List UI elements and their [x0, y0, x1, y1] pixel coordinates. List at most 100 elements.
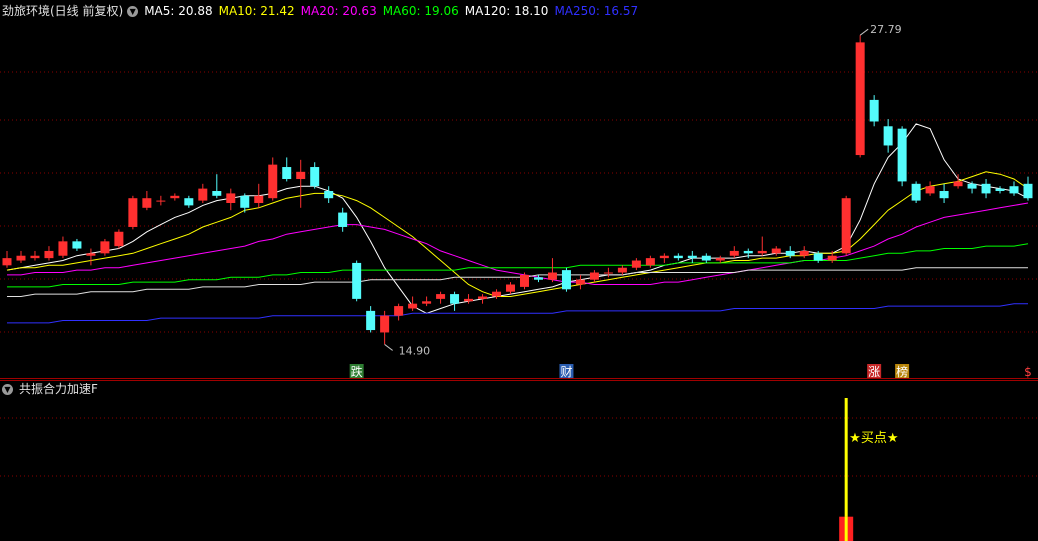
- candle: [981, 179, 991, 199]
- candle-body: [855, 42, 865, 156]
- candle: [366, 306, 376, 333]
- candle: [352, 260, 362, 302]
- candle: [673, 253, 683, 261]
- candle-body: [827, 255, 837, 261]
- candle-body: [911, 183, 921, 201]
- candle-body: [925, 186, 935, 194]
- candle: [184, 195, 194, 208]
- candle: [631, 258, 641, 271]
- candle: [100, 238, 110, 256]
- candle-body: [184, 198, 194, 206]
- candle-body: [366, 310, 376, 331]
- candle: [324, 186, 334, 203]
- candle: [338, 207, 348, 232]
- candle-body: [589, 272, 599, 280]
- candle: [128, 195, 138, 230]
- candle-body: [701, 255, 711, 261]
- candle-body: [506, 284, 516, 292]
- event-marker: 财: [560, 365, 572, 379]
- candle: [659, 253, 669, 263]
- candle-body: [799, 250, 809, 256]
- candle: [30, 250, 40, 261]
- candle-body: [170, 195, 180, 199]
- ma-line: [6, 123, 1029, 314]
- candle: [869, 95, 879, 127]
- candle: [757, 236, 767, 256]
- event-marker: $: [1024, 365, 1032, 379]
- candle: [589, 270, 599, 283]
- candle-body: [813, 253, 823, 261]
- candle: [478, 294, 488, 304]
- candle: [799, 246, 809, 259]
- candle: [422, 296, 432, 307]
- candle-body: [408, 303, 418, 309]
- candle-body: [324, 191, 334, 199]
- candle: [533, 274, 543, 283]
- candle-body: [478, 296, 488, 299]
- candle-body: [492, 291, 502, 297]
- candle: [883, 119, 893, 153]
- candle-body: [156, 200, 166, 202]
- candle: [519, 272, 529, 290]
- candle: [855, 35, 865, 158]
- candle-body: [16, 255, 26, 261]
- candle: [687, 250, 697, 263]
- candle: [212, 174, 222, 199]
- candle-body: [198, 188, 208, 201]
- candle: [436, 291, 446, 304]
- candle: [1023, 176, 1033, 201]
- candle: [450, 291, 460, 311]
- candle-body: [841, 198, 851, 254]
- kline-chart[interactable]: 27.79 14.90 跌 财 涨 榜 $ ★买点★: [0, 0, 1038, 541]
- candle: [729, 246, 739, 259]
- candle-body: [268, 164, 278, 199]
- candle-body: [883, 126, 893, 146]
- candle: [939, 183, 949, 203]
- candle: [394, 303, 404, 321]
- candle-body: [631, 260, 641, 268]
- candle-body: [1009, 186, 1019, 194]
- candle: [380, 310, 390, 345]
- candle-body: [659, 255, 669, 259]
- candle-body: [450, 294, 460, 304]
- candle: [911, 181, 921, 203]
- candle-body: [687, 255, 697, 259]
- candle-body: [897, 128, 907, 182]
- candle-body: [240, 195, 250, 208]
- candle-body: [575, 279, 585, 285]
- candle-body: [212, 191, 222, 196]
- candle: [561, 267, 571, 292]
- candle: [715, 255, 725, 263]
- candle: [72, 238, 82, 251]
- candle-body: [981, 183, 991, 194]
- candle: [16, 250, 26, 263]
- candle-body: [128, 198, 138, 227]
- candle-body: [617, 267, 627, 273]
- candle-body: [58, 241, 68, 256]
- candle-body: [72, 241, 82, 249]
- candle: [156, 195, 166, 206]
- candle-body: [100, 241, 110, 254]
- candle-body: [30, 255, 40, 259]
- candle-body: [44, 250, 54, 259]
- candle-body: [296, 171, 306, 180]
- candle-body: [743, 250, 753, 254]
- candle: [282, 157, 292, 182]
- candle-body: [254, 195, 264, 203]
- candle-body: [533, 277, 543, 280]
- candle: [701, 253, 711, 263]
- candle: [268, 157, 278, 201]
- buy-signal-label: ★买点★: [849, 431, 898, 446]
- candle: [44, 246, 54, 261]
- candle-body: [380, 315, 390, 333]
- event-marker: 榜: [896, 364, 908, 379]
- candle: [995, 186, 1005, 194]
- candle-body: [352, 262, 362, 299]
- candle-body: [771, 248, 781, 254]
- low-pointer: [384, 344, 393, 351]
- event-marker: 涨: [868, 364, 880, 379]
- candle-body: [869, 99, 879, 122]
- candle-body: [464, 298, 474, 302]
- candle: [953, 174, 963, 189]
- candle: [408, 296, 418, 311]
